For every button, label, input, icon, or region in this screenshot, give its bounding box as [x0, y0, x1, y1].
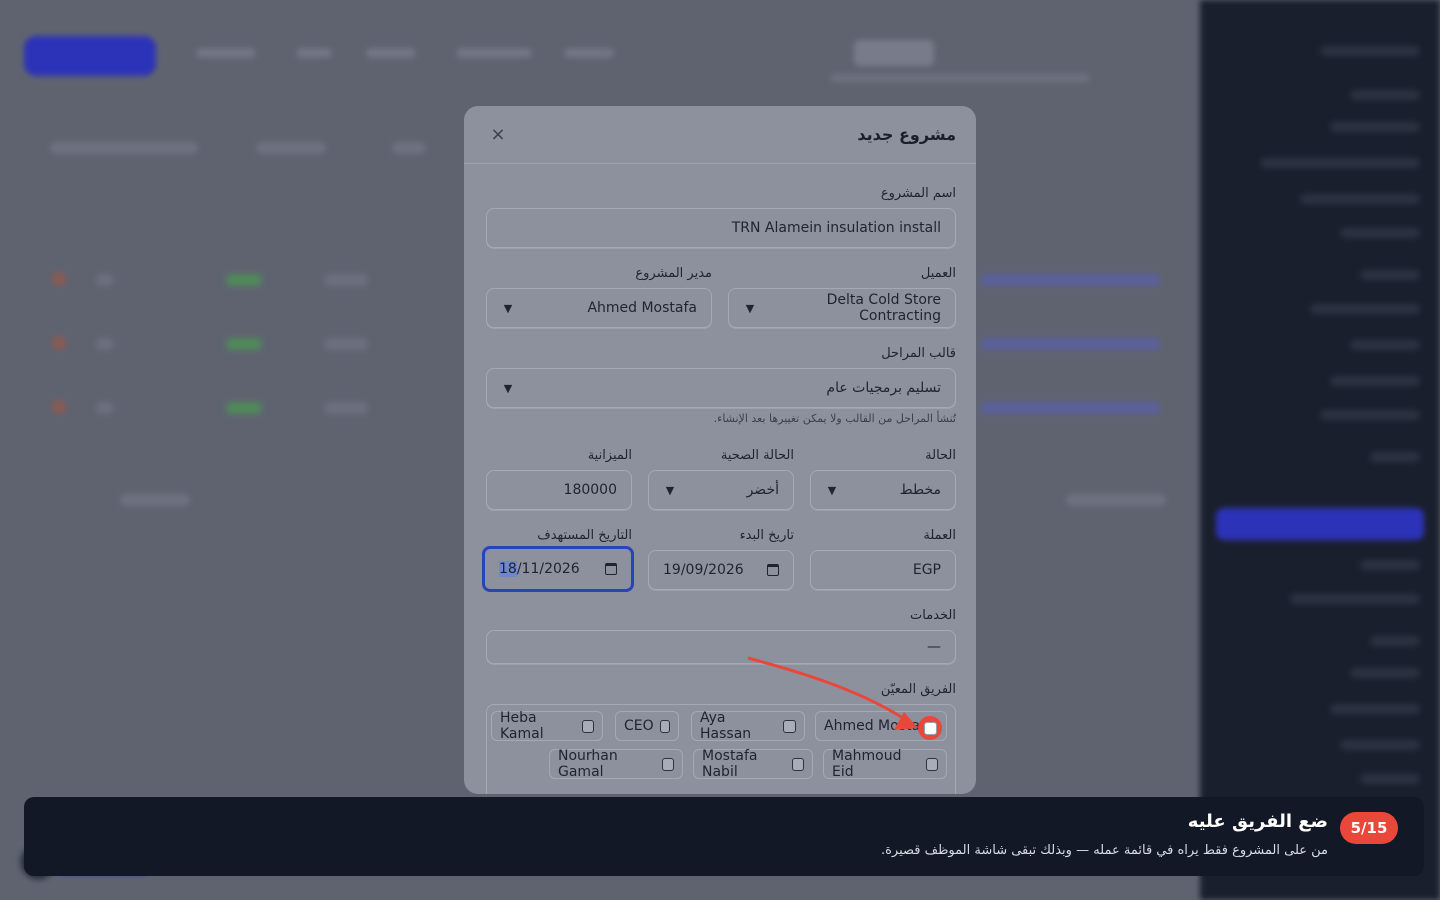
team-member-chip[interactable]: Mahmoud Eid: [823, 748, 947, 780]
template-select[interactable]: تسليم برمجيات عام ▼: [486, 368, 956, 408]
page-title: [854, 40, 934, 66]
tour-banner: 5/15 ضع الفريق عليه من على المشروع فقط ي…: [24, 797, 1424, 876]
health-value: أخضر: [746, 482, 779, 498]
calendar-icon[interactable]: [767, 564, 779, 576]
team-member-name: Mostafa Nabil: [702, 748, 758, 780]
checkbox[interactable]: [582, 719, 594, 733]
project-name-input[interactable]: TRN Alamein insulation install: [486, 208, 956, 248]
team-label: الفريق المعيّن: [880, 682, 956, 697]
highlighted-checkbox[interactable]: [918, 716, 942, 740]
modal-title: مشروع جديد: [857, 125, 956, 144]
team-member-name: Nourhan Gamal: [558, 748, 618, 780]
services-input[interactable]: —: [486, 630, 956, 664]
nav-item: [564, 48, 614, 58]
start-date-input[interactable]: 19/09/2026: [648, 550, 794, 590]
chevron-down-icon: ▼: [665, 483, 675, 497]
chevron-down-icon: ▼: [827, 483, 837, 497]
status-select[interactable]: مخطط ▼: [810, 470, 956, 510]
manager-label: مدير المشروع: [635, 266, 712, 281]
start-date-value: 19/09/2026: [663, 562, 744, 578]
target-date-input[interactable]: 18/11/2026: [482, 546, 634, 592]
primary-action-button: [24, 36, 156, 76]
pagination: [120, 494, 190, 506]
health-select[interactable]: أخضر ▼: [648, 470, 794, 510]
budget-label: الميزانية: [587, 448, 632, 463]
team-member-chip[interactable]: Heba Kamal: [491, 710, 603, 742]
close-icon[interactable]: ×: [484, 121, 512, 149]
template-value: تسليم برمجيات عام: [826, 380, 941, 396]
manager-select[interactable]: Ahmed Mostafa ▼: [486, 288, 712, 328]
checkbox[interactable]: [783, 719, 796, 733]
services-label: الخدمات: [910, 608, 956, 623]
team-member-chip[interactable]: CEO: [615, 711, 679, 741]
team-member-name: Mahmoud Eid: [832, 748, 902, 780]
modal-header: مشروع جديد ×: [464, 106, 976, 164]
checkbox[interactable]: [923, 721, 937, 735]
filter-chip: [256, 142, 326, 154]
team-member-name: CEO: [624, 718, 654, 734]
checkbox[interactable]: [925, 757, 938, 771]
team-member-chip[interactable]: Aya Hassan: [691, 710, 805, 742]
team-member-chip[interactable]: Mostafa Nabil: [693, 748, 813, 780]
manager-value: Ahmed Mostafa: [587, 300, 697, 316]
start-date-label: تاريخ البدء: [739, 528, 794, 543]
services-value: —: [927, 639, 941, 655]
target-date-label: التاريخ المستهدف: [537, 528, 632, 543]
team-member-name: Heba Kamal: [500, 710, 544, 742]
tour-description: من على المشروع فقط يراه في قائمة عمله — …: [880, 843, 1328, 858]
checkbox[interactable]: [792, 757, 804, 771]
filter-chip: [50, 142, 198, 154]
status-label: الحالة: [925, 448, 956, 463]
health-label: الحالة الصحية: [720, 448, 794, 463]
new-project-modal: مشروع جديد × اسم المشروع TRN Alamein ins…: [464, 106, 976, 794]
team-member-name: Aya Hassan: [700, 710, 752, 742]
client-value: Delta Cold Store Contracting: [826, 292, 941, 324]
target-date-day: 18: [499, 561, 517, 577]
page-subtitle: [830, 74, 1090, 82]
team-checklist: Ahmed Mostafa Aya Hassan CEO Heba Kamal …: [486, 704, 956, 794]
chevron-down-icon: ▼: [745, 301, 755, 315]
nav-item: [196, 48, 256, 58]
sidebar: [1200, 0, 1440, 900]
checkbox[interactable]: [659, 719, 670, 733]
nav-item: [456, 48, 532, 58]
status-value: مخطط: [899, 482, 941, 498]
target-date-rest: /11/2026: [516, 561, 580, 577]
budget-value: 180000: [563, 482, 617, 498]
budget-input[interactable]: 180000: [486, 470, 632, 510]
chevron-down-icon: ▼: [503, 301, 513, 315]
client-select[interactable]: Delta Cold Store Contracting ▼: [728, 288, 956, 328]
client-label: العميل: [920, 266, 956, 281]
team-member-chip[interactable]: Nourhan Gamal: [549, 748, 683, 780]
project-name-value: TRN Alamein insulation install: [731, 220, 941, 236]
sidebar-item-active: [1216, 508, 1424, 540]
checkbox[interactable]: [662, 757, 674, 771]
project-name-label: اسم المشروع: [880, 186, 956, 201]
tour-step-badge: 5/15: [1340, 812, 1398, 844]
filter-chip: [392, 142, 426, 154]
currency-value: EGP: [912, 562, 941, 578]
nav-item: [366, 48, 416, 58]
currency-label: العملة: [923, 528, 956, 543]
template-label: قالب المراحل: [881, 346, 956, 361]
chevron-down-icon: ▼: [503, 381, 513, 395]
target-date-value: 18/11/2026: [499, 561, 605, 577]
tour-title: ضع الفريق عليه: [1187, 811, 1328, 832]
template-hint: تُنشأ المراحل من القالب ولا يمكن تغييرها…: [713, 412, 956, 425]
pagination: [1066, 494, 1166, 506]
nav-item: [296, 48, 332, 58]
calendar-icon[interactable]: [605, 563, 617, 575]
currency-input[interactable]: EGP: [810, 550, 956, 590]
